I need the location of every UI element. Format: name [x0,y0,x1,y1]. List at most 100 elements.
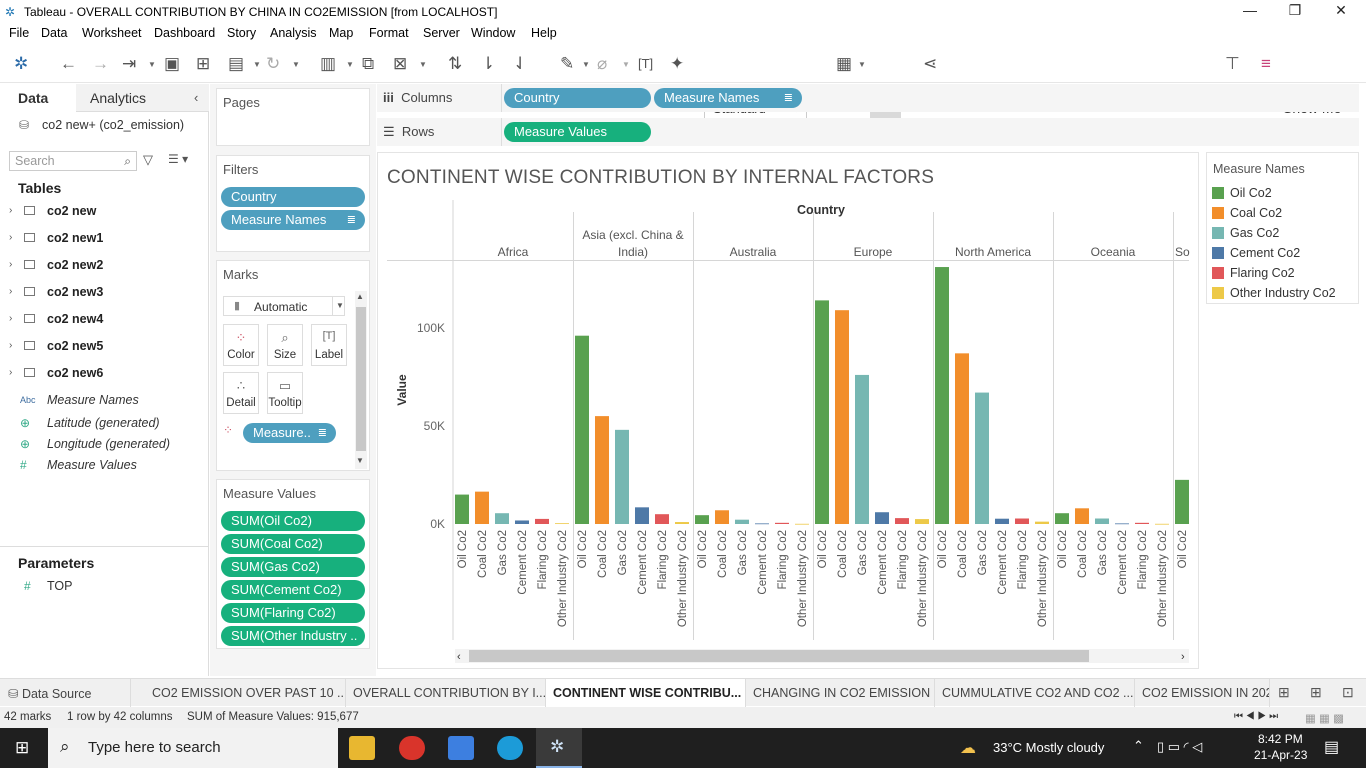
clear-sheet-icon[interactable]: ⊠ [393,55,407,73]
save-icon[interactable]: ▣ [164,55,180,73]
legend-item[interactable]: Gas Co2 [1212,225,1358,243]
tab-analytics[interactable]: Analytics ‹ [76,84,209,112]
parameter-item[interactable]: # TOP [0,577,209,597]
edge-icon[interactable] [497,736,523,760]
pause-updates-icon[interactable]: ▤ [228,55,244,73]
rows-pill-measure-values[interactable]: Measure Values [504,122,651,142]
menu-data[interactable]: Data [41,26,67,40]
tab-sheet[interactable]: CHANGING IN CO2 EMISSION [746,679,935,707]
redo-icon[interactable]: → [92,55,109,73]
filters-card[interactable]: Filters Country Measure Names ≣ [216,155,370,252]
file-explorer-icon[interactable] [349,736,375,760]
tab-sheet[interactable]: CO2 EMISSION IN 2020 [1135,679,1270,707]
marks-scrollbar[interactable]: ▲ ▼ [355,291,367,469]
tab-sheet-active[interactable]: CONTINENT WISE CONTRIBU... [546,679,746,707]
tab-data[interactable]: Data [0,84,76,112]
columns-pill-country[interactable]: Country [504,88,651,108]
refresh-icon[interactable]: ↻ [266,55,280,73]
collapse-icon[interactable]: ‹ [194,90,198,105]
tab-sheet[interactable]: OVERALL CONTRIBUTION BY I... [346,679,546,707]
chevron-down-icon[interactable]: ▼ [292,60,300,69]
chevron-down-icon[interactable]: ▼ [582,60,590,69]
menu-file[interactable]: File [9,26,29,40]
taskbar-search[interactable]: ⌕ Type here to search [48,728,338,768]
color-button[interactable]: ⁘ Color [223,324,259,366]
rows-shelf[interactable]: ☰ Rows Measure Values [377,118,1359,146]
label-button[interactable]: [T] Label [311,324,347,366]
menu-dashboard[interactable]: Dashboard [154,26,215,40]
chevron-down-icon[interactable]: ▼ [148,60,156,69]
store-icon[interactable] [448,736,474,760]
menu-worksheet[interactable]: Worksheet [82,26,142,40]
tableau-task-icon[interactable]: ✲ [536,728,582,768]
measure-pill[interactable]: SUM(Flaring Co2) [221,603,365,623]
duplicate-icon[interactable]: ⧉ [362,55,374,73]
windows-start-icon[interactable]: ⊞ [15,738,29,758]
undo-icon[interactable]: ← [60,55,77,73]
filter-pill-measure-names[interactable]: Measure Names ≣ [221,210,365,230]
pin-icon[interactable]: ✦ [670,55,684,73]
weather-text[interactable]: 33°C Mostly cloudy [993,740,1104,755]
new-story-icon[interactable]: ⊡ [1342,684,1354,701]
measure-pill[interactable]: SUM(Oil Co2) [221,511,365,531]
chevron-up-icon[interactable]: ⌃ [1133,738,1144,754]
table-item[interactable]: › co2 new6 [0,364,209,384]
legend-item[interactable]: Other Industry Co2 [1212,285,1358,303]
legend-item[interactable]: Oil Co2 [1212,185,1358,203]
tab-sheet[interactable]: CO2 EMISSION OVER PAST 10 ... [131,679,346,707]
view-grid-icon[interactable]: ▦ ▦ ▩ [1305,711,1344,725]
table-item[interactable]: › co2 new3 [0,283,209,303]
menu-analysis[interactable]: Analysis [270,26,317,40]
field-item[interactable]: Abc Measure Names [0,391,209,411]
menu-format[interactable]: Format [369,26,409,40]
new-worksheet-icon[interactable]: ⊞ [1278,684,1290,701]
table-item[interactable]: › co2 new4 [0,310,209,330]
table-item[interactable]: › co2 new5 [0,337,209,357]
new-dashboard-icon[interactable]: ⊞ [1310,684,1322,701]
measure-pill[interactable]: SUM(Cement Co2) [221,580,365,600]
menu-map[interactable]: Map [329,26,353,40]
replay-icon[interactable]: ⇥ [122,55,136,73]
notifications-icon[interactable]: ▤ [1324,737,1339,757]
view-list-icon[interactable]: ☰ ▾ [168,152,188,166]
chevron-down-icon[interactable]: ▼ [419,60,427,69]
share-icon[interactable]: ⋖ [923,55,937,73]
legend-item[interactable]: Coal Co2 [1212,205,1358,223]
field-item[interactable]: # Measure Values [0,456,209,476]
field-item[interactable]: ⊕ Longitude (generated) [0,435,209,455]
new-datasource-icon[interactable]: ⊞ [196,55,210,73]
chevron-down-icon[interactable]: ▼ [858,60,866,69]
first-page-icon[interactable]: ⏮ ◀ ▶ ⏭ [1234,711,1278,722]
network-icon[interactable]: ▯ ▭ ◜ ◁ [1157,739,1202,755]
columns-pill-measure-names[interactable]: Measure Names ≣ [654,88,802,108]
field-item[interactable]: ⊕ Latitude (generated) [0,414,209,434]
menu-help[interactable]: Help [531,26,557,40]
marks-pill-measure-names[interactable]: Measure.. ≣ [243,423,336,443]
measure-pill[interactable]: SUM(Coal Co2) [221,534,365,554]
filter-pill-country[interactable]: Country [221,187,365,207]
size-button[interactable]: ⌕ Size [267,324,303,366]
new-worksheet-icon[interactable]: ▥ [320,55,336,73]
chevron-down-icon[interactable]: ▼ [346,60,354,69]
swap-icon[interactable]: ⇅ [448,55,462,73]
mark-type-dropdown[interactable]: ▮ Automatic ▼ [223,296,345,316]
format-painter-icon[interactable]: ⊤ [1225,55,1240,73]
menu-story[interactable]: Story [227,26,256,40]
restore-icon[interactable]: ❐ [1281,2,1309,22]
search-input[interactable]: Search ⌕ [9,151,137,171]
measure-pill[interactable]: SUM(Other Industry .. [221,626,365,646]
chevron-down-icon[interactable]: ▼ [253,60,261,69]
cards-icon[interactable]: ▦ [836,55,852,73]
highlight-icon[interactable]: ✎ [560,55,574,73]
close-icon[interactable]: ✕ [1327,2,1355,22]
menu-window[interactable]: Window [471,26,515,40]
scroll-thumb[interactable] [356,307,366,451]
datasource-name[interactable]: co2 new+ (co2_emission) [42,118,184,132]
chevron-down-icon[interactable]: ▼ [622,60,630,69]
show-me-icon[interactable]: ≡ [1261,55,1271,73]
tooltip-button[interactable]: ▭ Tooltip [267,372,303,414]
labels-icon[interactable]: [T] [638,55,653,73]
sort-ascending-icon[interactable]: ⇂ [481,55,495,73]
clock-time[interactable]: 8:42 PM [1258,732,1303,746]
tab-sheet[interactable]: CUMMULATIVE CO2 AND CO2 ... [935,679,1135,707]
